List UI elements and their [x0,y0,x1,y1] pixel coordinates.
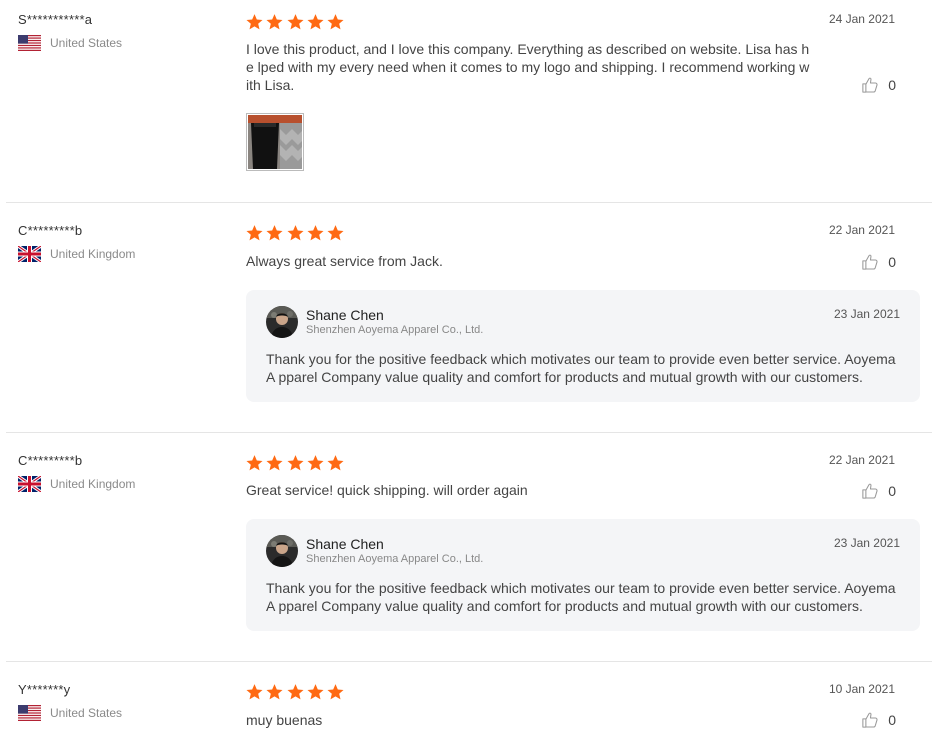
helpful-button[interactable]: 0 [861,711,896,729]
star-icon [306,13,325,31]
us-flag-icon [18,705,41,721]
helpful-count: 0 [888,77,896,93]
star-icon [265,224,284,242]
helpful-button[interactable]: 0 [861,482,896,500]
thumbs-up-icon[interactable] [861,482,879,500]
star-icon [306,454,325,472]
reply-text: Thank you for the positive feedback whic… [266,580,896,614]
star-icon [245,454,264,472]
country-label: United States [50,706,123,720]
reply-company: Shenzhen Aoyema Apparel Co., Ltd. [306,324,484,336]
star-icon [286,224,305,242]
star-icon [286,683,305,701]
product-photo-image [248,115,302,169]
star-icon [326,454,345,472]
review-date: 24 Jan 2021 [828,12,895,26]
reply-text: Thank you for the positive feedback whic… [266,351,896,385]
review-divider [6,661,932,662]
reply-author-name: Shane Chen [306,307,384,323]
star-icon [306,224,325,242]
star-icon [326,683,345,701]
star-icon [265,454,284,472]
thumbs-up-icon[interactable] [861,76,879,94]
star-icon [306,683,325,701]
uk-flag-icon [18,246,41,262]
thumbs-up-icon[interactable] [861,253,879,271]
star-rating [245,454,346,472]
star-icon [245,683,264,701]
review-date: 22 Jan 2021 [828,453,895,467]
helpful-count: 0 [888,254,896,270]
country-label: United Kingdom [50,477,136,491]
star-icon [265,683,284,701]
star-icon [245,224,264,242]
helpful-button[interactable]: 0 [861,253,896,271]
star-rating [245,13,346,31]
review-text: muy buenas [246,712,323,728]
review-text: Always great service from Jack. [246,253,443,269]
review-item: C*********b United Kingdom 22 Jan 2021 G… [6,453,932,648]
reply-author-name: Shane Chen [306,536,384,552]
helpful-count: 0 [888,483,896,499]
country-label: United States [50,36,123,50]
us-flag-icon [18,35,41,51]
reply-date: 23 Jan 2021 [833,536,900,550]
thumbs-up-icon[interactable] [861,711,879,729]
reply-date: 23 Jan 2021 [833,307,900,321]
reviewer-country: United Kingdom [18,476,135,492]
reviewer-country: United States [18,35,122,51]
review-date: 22 Jan 2021 [828,223,895,237]
review-text: Great service! quick shipping. will orde… [246,482,528,498]
star-icon [245,13,264,31]
star-icon [286,13,305,31]
reviewer-country: United Kingdom [18,246,135,262]
helpful-count: 0 [888,712,896,728]
review-date: 10 Jan 2021 [828,682,895,696]
avatar [266,306,298,338]
star-icon [326,224,345,242]
reviewer-name: Y*******y [18,682,71,697]
reviewer-name: S***********a [18,12,93,27]
uk-flag-icon [18,476,41,492]
reviewer-name: C*********b [18,453,83,468]
seller-reply: Shane Chen Shenzhen Aoyema Apparel Co., … [246,290,920,402]
avatar [266,535,298,567]
star-icon [265,13,284,31]
helpful-button[interactable]: 0 [861,76,896,94]
reviewer-country: United States [18,705,122,721]
star-rating [245,224,346,242]
country-label: United Kingdom [50,247,136,261]
review-item: C*********b United Kingdom 22 Jan 2021 A… [6,223,932,418]
review-divider [6,202,932,203]
review-divider [6,432,932,433]
seller-reply: Shane Chen Shenzhen Aoyema Apparel Co., … [246,519,920,631]
star-rating [245,683,346,701]
reviewer-name: C*********b [18,223,83,238]
review-text: I love this product, and I love this com… [246,41,810,93]
star-icon [286,454,305,472]
reply-company: Shenzhen Aoyema Apparel Co., Ltd. [306,553,484,565]
review-item: S***********a United States 24 Jan 2021 … [6,12,932,197]
review-image-thumbnail[interactable] [246,113,304,171]
review-item: Y*******y United States 10 Jan 2021 muy … [6,682,932,747]
reviews-list: S***********a United States 24 Jan 2021 … [0,0,933,747]
star-icon [326,13,345,31]
